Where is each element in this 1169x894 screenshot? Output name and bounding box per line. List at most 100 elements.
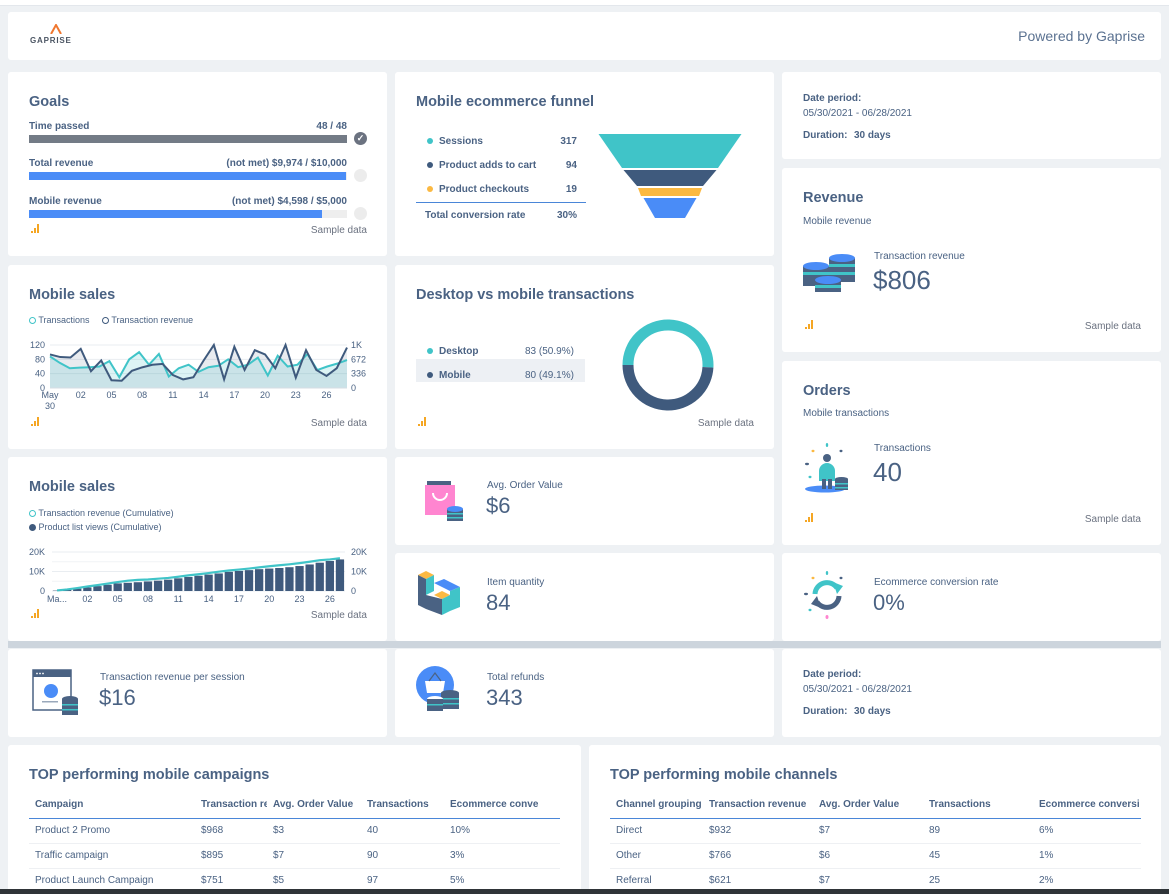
cumulative-views-bar[interactable]: [113, 583, 122, 591]
legend-item-transactions[interactable]: Transactions: [29, 315, 90, 325]
orders-subtitle: Mobile transactions: [803, 408, 890, 419]
table-cell: 3%: [444, 843, 560, 869]
cumulative-views-bar[interactable]: [164, 579, 173, 591]
table-row[interactable]: Traffic campaign $895 $7 90 3%: [29, 843, 560, 869]
cumulative-views-bar[interactable]: [305, 564, 314, 591]
cumulative-views-bar[interactable]: [214, 573, 223, 591]
x-tick: 17: [229, 390, 239, 400]
table-cell: Other: [610, 843, 703, 869]
cumulative-views-bar[interactable]: [184, 576, 193, 591]
cumulative-views-bar[interactable]: [224, 571, 233, 591]
table-cell: $932: [703, 818, 813, 844]
cumulative-views-bar[interactable]: [265, 568, 274, 591]
sample-data-label: Sample data: [1084, 514, 1141, 525]
table-row[interactable]: Other $766 $6 45 1%: [610, 843, 1141, 869]
funnel-stage-0[interactable]: [598, 134, 742, 168]
aov-card: Avg. Order Value $6: [395, 457, 774, 545]
date-period-card-bottom: Date period: 05/30/2021 - 06/28/2021 Dur…: [782, 649, 1161, 737]
table-row[interactable]: Product 2 Promo $968 $3 40 10%: [29, 818, 560, 844]
legend-item-transaction-revenue[interactable]: Transaction revenue: [102, 315, 193, 325]
column-header[interactable]: Transactions: [923, 792, 1033, 819]
duration-label: Duration:: [803, 130, 848, 141]
goal-progress-bar: [29, 210, 347, 218]
cumulative-views-bar[interactable]: [133, 582, 143, 591]
duration-value: 30 days: [854, 130, 891, 141]
funnel-legend-item[interactable]: Product checkouts: [427, 184, 529, 195]
channels-card: TOP performing mobile channels Channel g…: [589, 745, 1161, 894]
table-cell: 45: [923, 843, 1033, 869]
column-header[interactable]: Ecommerce conversi: [1033, 792, 1141, 819]
sample-data-label: Sample data: [697, 418, 754, 429]
cumulative-views-bar[interactable]: [335, 559, 345, 591]
funnel-legend-item[interactable]: Product adds to cart: [427, 160, 536, 171]
mobile-sales-bar-chart[interactable]: 0 10K 20K 0 10K 20K Ma... 02 05 08 11 14 17 20 23 26: [8, 545, 387, 611]
cumulative-views-bar[interactable]: [194, 575, 203, 591]
cumulative-views-bar[interactable]: [295, 566, 304, 591]
rps-value: $16: [99, 685, 136, 710]
shopper-icon: [805, 443, 848, 493]
cumulative-views-bar[interactable]: [174, 578, 183, 591]
y-right-tick: 672: [351, 354, 366, 364]
cumulative-views-bar[interactable]: [123, 582, 132, 591]
campaigns-title: TOP performing mobile campaigns: [29, 767, 270, 783]
coins-stack-icon: [803, 254, 855, 292]
refund-basket-icon: [416, 666, 459, 711]
cumulative-views-bar[interactable]: [315, 562, 324, 591]
funnel-stage-2[interactable]: [638, 188, 702, 196]
cumulative-views-bar[interactable]: [103, 584, 112, 591]
x-tick: 26: [325, 594, 335, 604]
table-cell: 40: [361, 818, 444, 844]
table-row[interactable]: Direct $932 $7 89 6%: [610, 818, 1141, 844]
cumulative-views-bar[interactable]: [204, 574, 213, 591]
cumulative-views-bar[interactable]: [234, 570, 244, 591]
table-cell: $7: [813, 818, 923, 844]
date-period-label: Date period:: [803, 93, 862, 104]
refunds-card: Total refunds 343: [395, 649, 774, 737]
legend-item-cumulative-views[interactable]: Product list views (Cumulative): [29, 520, 174, 534]
funnel-stage-3[interactable]: [643, 198, 697, 218]
goals-card: Goals Sample data Time passed 48 / 48 ✓ Tot…: [8, 72, 387, 256]
cubes-icon: [418, 571, 460, 615]
legend-item-cumulative-revenue[interactable]: Transaction revenue (Cumulative): [29, 506, 174, 520]
column-header[interactable]: Avg. Order Value: [813, 792, 923, 819]
analytics-icon: [31, 609, 41, 618]
mobile-sales-line-chart[interactable]: 0408012003366721KMay3002 05 08 11 14 17 20 23 26: [8, 337, 387, 417]
mobile-sales-bar-card: Mobile sales Transaction revenue (Cumula…: [8, 457, 387, 641]
cumulative-views-bar[interactable]: [143, 581, 153, 591]
legend-dot-icon: [427, 138, 433, 145]
sample-data-label: Sample data: [310, 610, 367, 621]
cumulative-views-bar[interactable]: [275, 567, 284, 591]
donut-slice-desktop[interactable]: [622, 319, 714, 368]
goal-value: 48 / 48: [316, 121, 347, 132]
x-tick: 23: [295, 594, 305, 604]
table-cell: $6: [813, 843, 923, 869]
device-split-card: Desktop vs mobile transactions Sample da…: [395, 265, 774, 449]
legend-marker-icon: [29, 317, 36, 325]
funnel-legend-item[interactable]: Sessions: [427, 136, 483, 147]
column-header[interactable]: Transactions: [361, 792, 444, 819]
y-right-tick: 1K: [351, 340, 362, 350]
device-donut-chart[interactable]: [620, 317, 716, 413]
x-tick: 30: [45, 401, 55, 411]
analytics-icon: [418, 417, 428, 426]
column-header[interactable]: Ecommerce conve: [444, 792, 560, 819]
funnel-stage-1[interactable]: [623, 170, 717, 186]
cumulative-views-bar[interactable]: [285, 567, 294, 591]
column-header[interactable]: Channel grouping: [610, 792, 703, 819]
column-header[interactable]: Avg. Order Value: [267, 792, 361, 819]
powered-by-link[interactable]: Powered by Gaprise: [1018, 28, 1145, 44]
column-header[interactable]: Transaction revenue: [703, 792, 813, 819]
cumulative-views-bar[interactable]: [254, 569, 264, 591]
transaction-revenue-label: Transaction revenue: [874, 251, 965, 262]
goal-progress-bar: [29, 135, 347, 143]
cumulative-views-bar[interactable]: [325, 560, 334, 591]
cumulative-views-bar[interactable]: [93, 586, 102, 591]
gaprise-logo[interactable]: GAPRISE: [30, 24, 82, 48]
column-header[interactable]: Transaction rev: [195, 792, 267, 819]
donut-slice-mobile[interactable]: [622, 364, 714, 411]
column-header[interactable]: Campaign: [29, 792, 195, 819]
cumulative-views-bar[interactable]: [153, 580, 163, 591]
cumulative-views-bar[interactable]: [244, 570, 254, 591]
x-tick: 26: [322, 390, 332, 400]
table-cell: Product 2 Promo: [29, 818, 195, 844]
